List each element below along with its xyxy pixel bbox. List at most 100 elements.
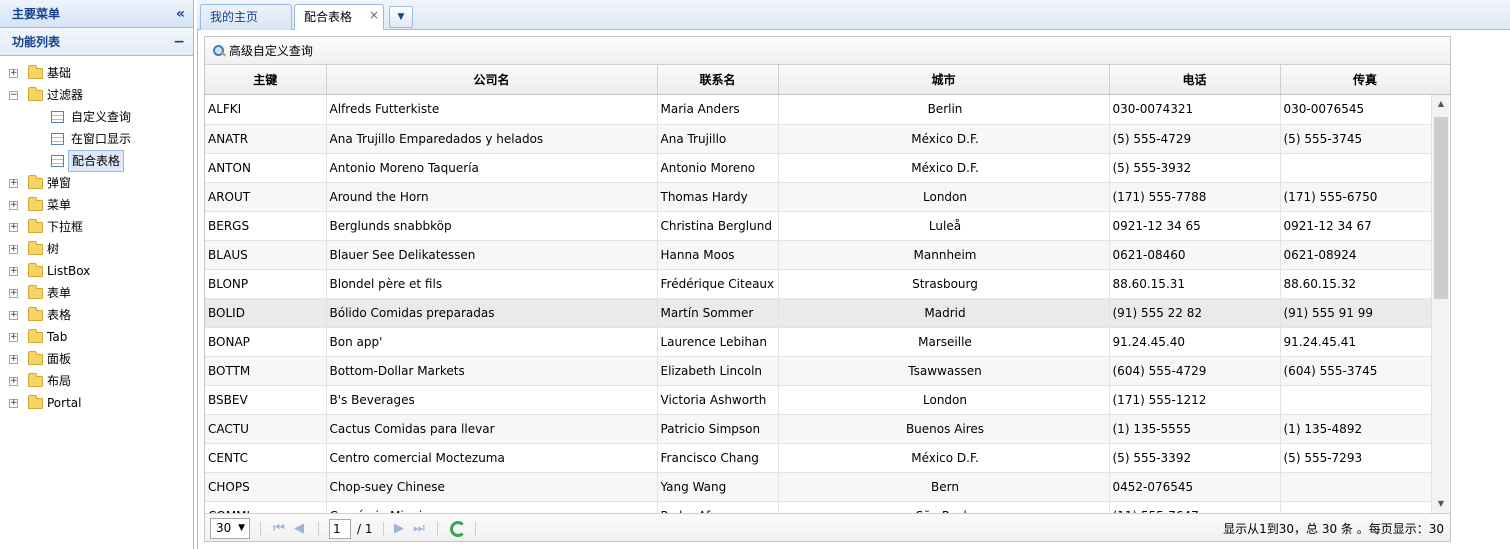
table-cell: London: [778, 182, 1110, 212]
table-row[interactable]: COMMIComércio MineiroPedro AfonsoSão Pau…: [205, 501, 1431, 513]
table-row[interactable]: CENTC Centro comercial Moctezuma Francisco…: [205, 443, 1431, 473]
page-size-select[interactable]: 30 ▼: [210, 518, 250, 539]
table-cell: Ana Trujillo: [657, 124, 779, 154]
tab-my-homepage[interactable]: 我的主页: [200, 4, 292, 30]
table-cell: BOLID: [205, 298, 327, 328]
vertical-scrollbar[interactable]: ▲ ▼: [1431, 95, 1449, 513]
expand-node-icon[interactable]: +: [9, 201, 18, 210]
table-cell: México D.F.: [778, 153, 1110, 183]
tree-node-label: 过滤器: [47, 88, 84, 102]
function-list-header[interactable]: 功能列表 −: [0, 28, 193, 56]
last-page-icon[interactable]: ⏭: [411, 514, 427, 541]
expand-node-icon[interactable]: +: [9, 311, 18, 320]
tree-leaf[interactable]: 在窗口显示: [0, 128, 193, 150]
table-cell: BLAUS: [205, 240, 327, 270]
column-header[interactable]: 公司名: [326, 65, 658, 95]
table-cell: Centro comercial Moctezuma: [326, 443, 658, 473]
expand-node-icon[interactable]: +: [9, 179, 18, 188]
table-row[interactable]: ALFKI Alfreds Futterkiste Maria Anders Berl…: [205, 95, 1431, 125]
tree-leaf[interactable]: 自定义查询: [0, 106, 193, 128]
scroll-down-arrow-icon[interactable]: ▼: [1432, 495, 1450, 513]
tree-node[interactable]: + 表格: [0, 304, 193, 326]
tree-node[interactable]: + Tab: [0, 326, 193, 348]
expand-node-icon[interactable]: +: [9, 377, 18, 386]
tree-node[interactable]: + Portal: [0, 392, 193, 414]
previous-page-icon[interactable]: ◀: [291, 514, 307, 541]
tree-node[interactable]: + 表单: [0, 282, 193, 304]
column-header[interactable]: 电话: [1109, 65, 1281, 95]
first-page-icon[interactable]: ⏮: [271, 514, 287, 541]
pager-info: 显示从1到30，总 30 条 。每页显示：30: [1223, 522, 1444, 536]
pager-separator: [318, 522, 319, 536]
tree-node[interactable]: + 布局: [0, 370, 193, 392]
table-cell: Bólido Comidas preparadas: [326, 298, 658, 328]
scroll-up-arrow-icon[interactable]: ▲: [1432, 95, 1450, 113]
tab-list-dropdown-button[interactable]: ▼: [389, 6, 413, 28]
pager-separator: [475, 522, 476, 536]
advanced-query-button[interactable]: 高级自定义查询: [213, 44, 313, 58]
collapse-node-icon[interactable]: −: [9, 91, 18, 100]
table-row[interactable]: ANTON Antonio Moreno Taquería Antonio More…: [205, 153, 1431, 183]
table-cell: Pedro Afonso: [657, 501, 779, 513]
tree-node[interactable]: + 树: [0, 238, 193, 260]
expand-node-icon[interactable]: +: [9, 223, 18, 232]
table-cell: (604) 555-4729: [1109, 356, 1281, 386]
folder-icon: [28, 307, 43, 321]
table-row[interactable]: BLONP Blondel père et fils Frédérique Cite…: [205, 269, 1431, 299]
column-header[interactable]: 城市: [778, 65, 1110, 95]
chevron-down-icon: ▼: [397, 12, 405, 22]
page-number-input[interactable]: 1: [329, 519, 351, 539]
column-header[interactable]: 传真: [1280, 65, 1450, 95]
collapse-sidebar-icon[interactable]: «: [176, 0, 185, 28]
table-row[interactable]: BOLID Bólido Comidas preparadas Martín Som…: [205, 298, 1431, 328]
tree-leaf[interactable]: 配合表格: [0, 150, 193, 172]
search-icon: [213, 45, 225, 57]
tree-node[interactable]: + ListBox: [0, 260, 193, 282]
close-tab-icon[interactable]: ×: [369, 3, 379, 27]
table-row[interactable]: CHOPS Chop-suey Chinese Yang Wang Bern 0452-…: [205, 472, 1431, 502]
expand-node-icon[interactable]: +: [9, 333, 18, 342]
expand-node-icon[interactable]: +: [9, 245, 18, 254]
tree-node[interactable]: + 面板: [0, 348, 193, 370]
table-row[interactable]: BERGS Berglunds snabbköp Christina Berglun…: [205, 211, 1431, 241]
expand-node-icon[interactable]: +: [9, 399, 18, 408]
tree-node[interactable]: + 基础: [0, 62, 193, 84]
table-row[interactable]: ANATR Ana Trujillo Emparedados y helados A…: [205, 124, 1431, 154]
column-header[interactable]: 联系名: [657, 65, 779, 95]
tree-node[interactable]: + 弹窗: [0, 172, 193, 194]
refresh-icon[interactable]: [450, 521, 466, 537]
table-row[interactable]: AROUT Around the Horn Thomas Hardy London (1…: [205, 182, 1431, 212]
scrollbar-thumb[interactable]: [1434, 117, 1448, 299]
tree-node-label: ListBox: [47, 264, 91, 278]
table-cell: Berlin: [778, 95, 1110, 125]
table-row[interactable]: BONAP Bon app' Laurence Lebihan Marseille 91…: [205, 327, 1431, 357]
tab-label: 我的主页: [210, 10, 259, 24]
tree-node[interactable]: + 下拉框: [0, 216, 193, 238]
expand-node-icon[interactable]: +: [9, 355, 18, 364]
tree-node[interactable]: + 菜单: [0, 194, 193, 216]
tree-node[interactable]: − 过滤器: [0, 84, 193, 106]
table-cell: (5) 555-3932: [1109, 153, 1281, 183]
table-row[interactable]: BSBEV B's Beverages Victoria Ashworth Londo…: [205, 385, 1431, 415]
next-page-icon[interactable]: ▶: [391, 514, 407, 541]
tab-grid-filter[interactable]: 配合表格 ×: [294, 4, 384, 31]
expand-node-icon[interactable]: +: [9, 69, 18, 78]
table-cell: Tsawwassen: [778, 356, 1110, 386]
grid-page-icon: [51, 111, 64, 123]
table-cell: (1) 135-5555: [1109, 414, 1281, 444]
collapse-function-list-icon[interactable]: −: [173, 28, 185, 56]
column-header[interactable]: 主键: [205, 65, 327, 95]
table-cell: [1280, 501, 1431, 513]
expand-node-icon[interactable]: +: [9, 267, 18, 276]
tree-node-label: 下拉框: [47, 220, 84, 234]
table-cell: Mannheim: [778, 240, 1110, 270]
table-row[interactable]: BLAUS Blauer See Delikatessen Hanna Moos Ma…: [205, 240, 1431, 270]
sidebar: 主要菜单 « 功能列表 − + 基础 − 过滤器 自定义查询 在窗口显示 配合表格 + 弹窗 + 菜…: [0, 0, 194, 549]
expand-node-icon[interactable]: +: [9, 289, 18, 298]
table-row[interactable]: CACTU Cactus Comidas para llevar Patricio …: [205, 414, 1431, 444]
table-cell: (5) 555-7293: [1280, 443, 1431, 473]
pager-separator: [437, 522, 438, 536]
table-cell: Laurence Lebihan: [657, 327, 779, 357]
table-row[interactable]: BOTTM Bottom-Dollar Markets Elizabeth Linc…: [205, 356, 1431, 386]
table-cell: Alfreds Futterkiste: [326, 95, 658, 125]
